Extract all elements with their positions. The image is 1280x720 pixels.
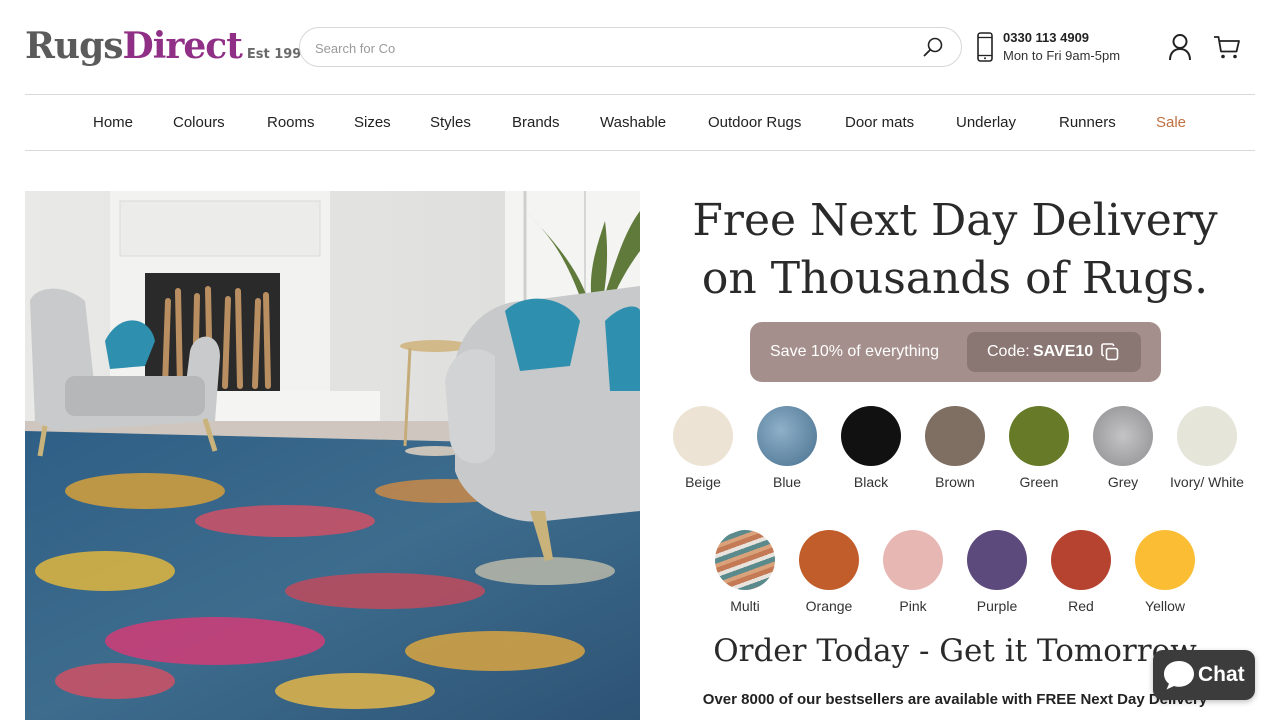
swatch-label: Multi (730, 598, 760, 614)
swatch-label: Black (853, 474, 889, 490)
colour-swatch-pink[interactable]: Pink (871, 530, 955, 640)
colour-swatch-black[interactable]: Black (829, 406, 913, 516)
swatch-label: Brown (935, 474, 975, 490)
swatch-label: Ivory/ White (1170, 474, 1244, 490)
swatch-circle (841, 406, 901, 466)
swatch-circle (1009, 406, 1069, 466)
colour-swatch-multi[interactable]: Multi (703, 530, 787, 640)
copy-code-button[interactable]: Code: SAVE10 (967, 332, 1141, 372)
search-icon[interactable] (922, 36, 944, 58)
hero-image[interactable] (25, 191, 640, 720)
headline-line-1: Free Next Day Delivery (692, 195, 1218, 246)
colour-swatch-yellow[interactable]: Yellow (1123, 530, 1207, 640)
nav-item-door-mats[interactable]: Door mats (845, 114, 914, 131)
swatch-label: Orange (805, 598, 853, 614)
swatch-circle (757, 406, 817, 466)
swatch-label: Beige (685, 474, 721, 490)
swatch-label: Yellow (1145, 598, 1185, 614)
swatch-circle (715, 530, 775, 590)
search-input[interactable] (315, 37, 895, 59)
colour-swatch-grey[interactable]: Grey (1081, 406, 1165, 516)
code-label: Code: (987, 343, 1030, 360)
nav-item-brands[interactable]: Brands (512, 114, 560, 131)
swatch-circle (1093, 406, 1153, 466)
chat-bubble-icon (1164, 661, 1194, 690)
swatch-label: Red (1068, 598, 1094, 614)
copy-icon (1101, 343, 1119, 361)
colour-swatch-blue[interactable]: Blue (745, 406, 829, 516)
swatch-circle (967, 530, 1027, 590)
swatch-circle (1135, 530, 1195, 590)
hero-headline: Free Next Day Delivery on Thousands of R… (655, 192, 1255, 308)
colour-swatch-beige[interactable]: Beige (661, 406, 745, 516)
opening-hours: Mon to Fri 9am-5pm (1003, 48, 1121, 63)
swatch-circle (925, 406, 985, 466)
headline-line-2: on Thousands of Rugs. (701, 253, 1209, 304)
nav-item-sizes[interactable]: Sizes (354, 114, 391, 131)
swatch-circle (883, 530, 943, 590)
phone-number[interactable]: 0330 113 4909 (1003, 30, 1089, 45)
colour-swatch-orange[interactable]: Orange (787, 530, 871, 640)
colour-swatch-purple[interactable]: Purple (955, 530, 1039, 640)
phone-icon (977, 32, 993, 62)
swatch-label: Pink (899, 598, 927, 614)
nav-item-outdoor-rugs[interactable]: Outdoor Rugs (708, 114, 801, 131)
swatch-label: Grey (1107, 474, 1139, 490)
cart-icon[interactable] (1212, 33, 1242, 61)
nav-item-home[interactable]: Home (93, 114, 133, 131)
swatch-label: Purple (976, 598, 1018, 614)
nav-item-colours[interactable]: Colours (173, 114, 225, 131)
site-header: Rugs Direct Est 1997 0330 113 4909 Mon t… (0, 0, 1280, 95)
nav-item-rooms[interactable]: Rooms (267, 114, 315, 131)
account-icon[interactable] (1167, 33, 1193, 61)
nav-item-sale[interactable]: Sale (1156, 114, 1186, 131)
nav-item-styles[interactable]: Styles (430, 114, 471, 131)
search-bar (299, 27, 962, 67)
chat-label: Chat (1198, 663, 1245, 686)
chat-button[interactable]: Chat (1153, 650, 1255, 700)
logo-text-direct: Direct (122, 25, 243, 67)
colour-swatch-green[interactable]: Green (997, 406, 1081, 516)
swatch-circle (673, 406, 733, 466)
colour-swatch-red[interactable]: Red (1039, 530, 1123, 640)
colour-swatch-ivory-white[interactable]: Ivory/ White (1165, 406, 1249, 516)
swatch-label: Blue (772, 474, 802, 490)
site-logo[interactable]: Rugs Direct Est 1997 (25, 24, 310, 68)
logo-text-rugs: Rugs (25, 25, 124, 67)
nav-item-runners[interactable]: Runners (1059, 114, 1116, 131)
code-value: SAVE10 (1033, 343, 1094, 360)
swatch-circle (1051, 530, 1111, 590)
swatch-circle (799, 530, 859, 590)
promo-text: Save 10% of everything (770, 343, 939, 360)
nav-item-underlay[interactable]: Underlay (956, 114, 1016, 131)
colour-swatch-brown[interactable]: Brown (913, 406, 997, 516)
living-room-rug-photo (25, 191, 640, 720)
swatch-circle (1177, 406, 1237, 466)
swatch-label: Green (1019, 474, 1059, 490)
nav-item-washable[interactable]: Washable (600, 114, 666, 131)
main-nav: Home Colours Rooms Sizes Styles Brands W… (25, 94, 1255, 151)
promo-banner: Save 10% of everything Code: SAVE10 (750, 322, 1161, 382)
